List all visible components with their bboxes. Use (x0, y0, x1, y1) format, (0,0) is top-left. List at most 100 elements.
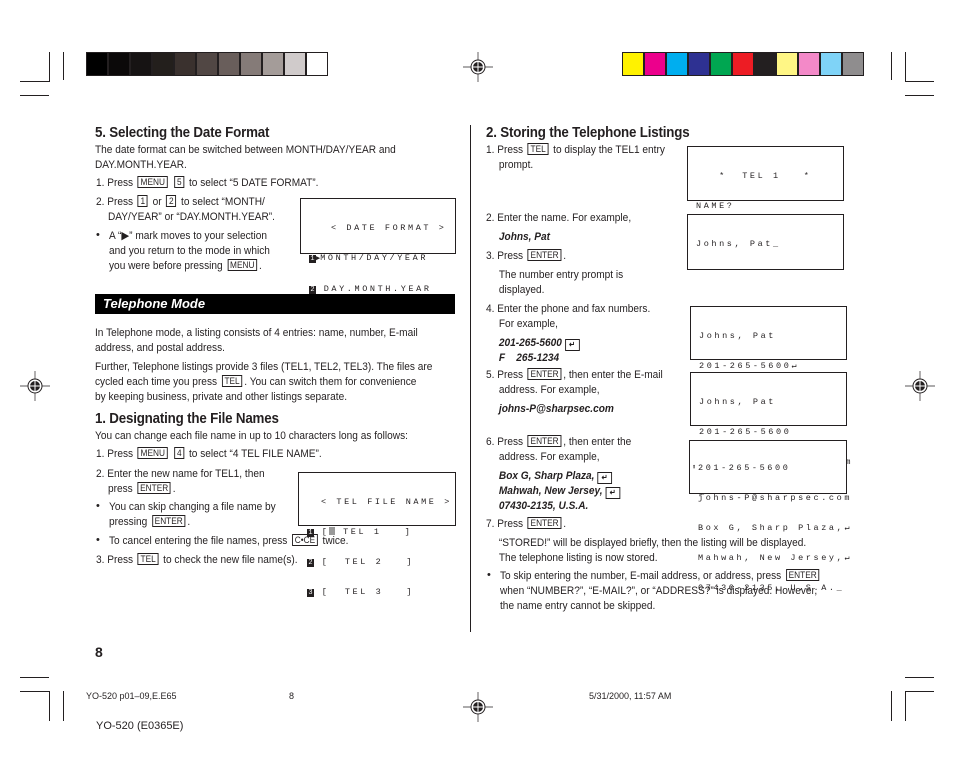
color-swatch (197, 53, 217, 75)
bullet-icon: • (96, 534, 100, 546)
text: . (563, 250, 567, 262)
lcd-number-badge: 2 (309, 286, 316, 294)
tel-key: TEL (527, 143, 549, 155)
grayscale-color-bar (86, 52, 328, 76)
store-step-3: 3. Press ENTER. The number entry prompt … (486, 249, 623, 298)
lcd-line: * TEL 1 * (696, 171, 812, 181)
menu-key: MENU (227, 259, 258, 271)
text-line: Further, Telephone listings provide 3 fi… (95, 361, 433, 373)
bullet-icon: • (96, 500, 100, 512)
enter-arrow-key-icon: ↵ (605, 487, 621, 499)
section-heading-storing-listings: 2. Storing the Telephone Listings (486, 125, 690, 141)
text: to select “MONTH/ (181, 196, 265, 208)
four-key: 4 (174, 447, 185, 459)
crop-mark (891, 691, 892, 721)
example-address-line: 07430-2135, U.S.A. (498, 500, 589, 512)
one-key: 1 (137, 195, 148, 207)
lcd-line: Johns, Pat_ (696, 239, 781, 249)
color-swatch (219, 53, 239, 75)
bullet-icon: • (96, 229, 100, 241)
text: 3. Press (486, 250, 524, 262)
lcd-number-badge: 2 (307, 559, 314, 567)
lcd-row-text: MONTH/DAY/YEAR (320, 253, 429, 263)
text: . (187, 516, 191, 528)
text-line: “STORED!” will be displayed briefly, the… (498, 537, 807, 549)
text: to display the TEL1 entry (553, 144, 665, 156)
enter-key: ENTER (137, 482, 171, 494)
footer-page: 8 (289, 691, 295, 701)
text: , then enter the E-mail (563, 369, 663, 381)
color-swatch (241, 53, 261, 75)
lcd-name-entry: Johns, Pat_ (687, 214, 844, 270)
two-key: 2 (166, 195, 177, 207)
crop-mark (20, 691, 49, 692)
lcd-name-prompt: * TEL 1 * NAME? (687, 146, 844, 211)
text: 2. Press (96, 196, 134, 208)
lcd-email-entry: Johns, Pat 201-265-5600 johns-P@sharpsec… (690, 372, 850, 497)
enter-key: ENTER (151, 515, 186, 527)
lcd-number-badge: 3 (307, 589, 314, 597)
lcd-line: 201-265-5600 (699, 427, 792, 437)
text-line: The number entry prompt is (498, 269, 624, 281)
date-step-1: 1. Press MENU 5 to select “5 DATE FORMAT… (96, 176, 318, 191)
column-divider (470, 125, 471, 632)
color-swatch (711, 53, 731, 75)
text-line: when “NUMBER?”, “E-MAIL?”, or “ADDRESS?”… (500, 585, 818, 597)
menu-key: MENU (137, 176, 168, 188)
text: To cancel entering the file names, press (109, 535, 288, 547)
registration-mark-icon (463, 692, 493, 722)
file-step-3: 3. Press TEL to check the new file name(… (96, 553, 298, 568)
text-line: DAY/YEAR” or “DAY.MONTH.YEAR”. (107, 211, 275, 223)
text: 5. Press (486, 369, 524, 381)
file-names-intro: You can change each file name in up to 1… (95, 430, 408, 442)
color-swatch (307, 53, 327, 75)
color-swatch (645, 53, 665, 75)
color-swatch (777, 53, 797, 75)
crop-mark (905, 95, 934, 96)
registration-mark-icon (463, 52, 493, 82)
crop-mark (20, 81, 49, 82)
lcd-date-format: < DATE FORMAT > 1▶MONTH/DAY/YEAR 2 DAY.M… (300, 198, 456, 294)
color-swatch (843, 53, 863, 75)
text: A “ (109, 230, 122, 242)
text: cycled each time you press (95, 376, 218, 388)
text-line: You can skip changing a file name by (109, 501, 276, 513)
text: 7. Press (486, 518, 524, 530)
text: ” mark moves to your selection (129, 230, 267, 242)
color-swatch (821, 53, 841, 75)
text-line: 2. Enter the new name for TEL1, then (96, 468, 265, 480)
text-line: the name entry cannot be skipped. (500, 600, 656, 612)
text-line: and you return to the mode in which (109, 245, 270, 257)
text-line: The date format can be switched between … (95, 144, 396, 156)
text: or (152, 196, 162, 208)
color-swatch (799, 53, 819, 75)
lcd-row: 1 [ TEL 1 ] (307, 527, 413, 537)
color-swatch (623, 53, 643, 75)
color-swatch (285, 53, 305, 75)
scroll-up-arrow-icon: ⬆ (692, 464, 697, 472)
text: . You can switch them for convenience (244, 376, 417, 388)
lcd-row-text: DAY.MONTH.YEAR (323, 284, 432, 294)
crop-mark (49, 691, 50, 721)
enter-arrow-key-icon: ↵ (564, 339, 580, 351)
text-line: In Telephone mode, a listing consists of… (95, 327, 418, 339)
text: pressing (109, 516, 148, 528)
crop-mark (49, 52, 50, 82)
process-color-bar (622, 52, 864, 76)
lcd-title: < DATE FORMAT > (331, 223, 447, 233)
color-swatch (667, 53, 687, 75)
registration-mark-icon (905, 371, 935, 401)
lcd-row-text: TEL 3 (344, 587, 384, 597)
lcd-phone-entry: Johns, Pat 201-265-5600↵ F 265-1234_ (690, 306, 847, 401)
example-phone: 201-265-5600 (498, 337, 562, 349)
section-heading-date-format: 5. Selecting the Date Format (95, 125, 270, 141)
text: 1. Press (96, 177, 134, 189)
footer-model: YO-520 (E0365E) (96, 720, 184, 732)
color-swatch (87, 53, 107, 75)
text-line: displayed. (498, 284, 545, 296)
lcd-line: 201-265-5600 (698, 463, 791, 473)
text: , then enter the (563, 436, 632, 448)
store-step-1: 1. Press TEL to display the TEL1 entry p… (486, 143, 665, 173)
text: to select “5 DATE FORMAT”. (188, 177, 319, 189)
date-bullet-note: A “▶” mark moves to your selection and y… (109, 229, 270, 274)
